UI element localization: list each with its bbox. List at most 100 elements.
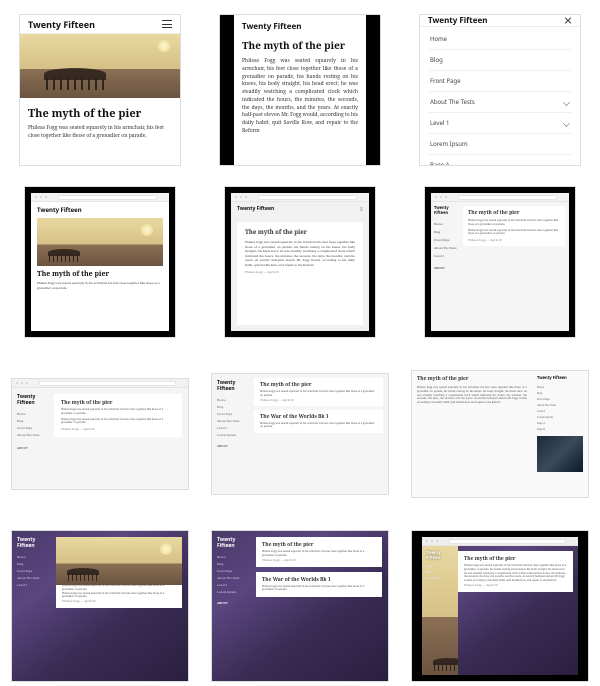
post-title: The myth of the pier — [464, 556, 567, 562]
thumb-7[interactable]: Twenty Fifteen Home Blog Front Page Abou… — [8, 354, 192, 514]
sidebar-image — [537, 436, 583, 472]
post-title: The myth of the pier — [260, 382, 377, 388]
menu-item: Blog — [428, 50, 572, 71]
sidebar-item: Level 1 — [434, 252, 460, 260]
mockup-ipad-hero: Twenty Fifteen The myth of the pier Phil… — [25, 187, 175, 337]
sidebar-item: Lorem Ipsum — [217, 431, 249, 438]
sidebar-item: Front Page — [17, 567, 51, 574]
post-body: Phileas Fogg was seated squarely in his … — [242, 58, 358, 136]
sidebar-item: Blog — [217, 403, 249, 410]
post-excerpt: Phileas Fogg was seated squarely in his … — [37, 281, 163, 290]
mockup-purple-ipad: Twenty Fifteen Home Blog Front Page The … — [412, 531, 588, 681]
post-meta: Phileas Fogg — April 29 — [262, 558, 376, 562]
site-title: Twenty Fifteen — [428, 15, 488, 26]
thumb-3[interactable]: Twenty Fifteen Home Blog Front Page Abou… — [408, 10, 592, 170]
sidebar-item: About The Tests — [217, 574, 251, 581]
post-card: The War of the Worlds Bk 1 Phileas Fogg … — [256, 572, 382, 598]
sidebar-item: Front Page — [434, 236, 460, 244]
post-meta: Phileas Fogg — April 29 — [468, 238, 560, 242]
post-card: The myth of the pier Phileas Fogg was se… — [256, 537, 382, 567]
site-title: Twenty Fifteen — [17, 537, 51, 549]
sidebar: Twenty Fifteen Home Blog Front Page — [422, 546, 458, 675]
sidebar-item: Front Page — [426, 575, 454, 581]
sidebar-item: About The Tests — [17, 431, 49, 438]
site-title: Twenty Fifteen — [17, 394, 49, 406]
site-title: Twenty Fifteen — [426, 551, 454, 561]
menu-item: Lorem Ipsum — [428, 134, 572, 155]
post-meta: Phileas Fogg — April 29 — [260, 398, 377, 402]
thumb-2[interactable]: Twenty Fifteen The myth of the pier Phil… — [208, 10, 392, 170]
hero-image — [20, 34, 180, 98]
menu-item: Page A — [428, 155, 572, 165]
post-body: Phileas Fogg was seated squarely in his … — [245, 240, 355, 267]
post-meta: Phileas Fogg — April 29 — [464, 583, 567, 587]
post-excerpt: Phileas Fogg was seated squarely in his … — [20, 125, 180, 140]
hero-image — [56, 537, 182, 585]
post-title: The myth of the pier — [37, 270, 163, 279]
site-title: Twenty Fifteen — [217, 380, 249, 392]
mockup-purple-list: Twenty Fifteen Home Blog Front Page Abou… — [212, 531, 388, 681]
thumb-10[interactable]: Twenty Fifteen Home Blog Front Page Abou… — [8, 526, 192, 686]
sidebar-item: Home — [17, 410, 49, 417]
menu-item: Home — [428, 29, 572, 50]
sidebar-item: Blog — [17, 417, 49, 424]
hamburger-icon — [162, 20, 172, 28]
thumb-12[interactable]: Twenty Fifteen Home Blog Front Page The … — [408, 526, 592, 686]
sidebar-item: Blog — [217, 560, 251, 567]
mockup-desktop-wide: The myth of the pier Phileas Fogg was se… — [412, 371, 588, 497]
post-title: The myth of the pier — [468, 210, 560, 216]
post-body: Phileas Fogg was seated squarely in his … — [62, 592, 176, 600]
mockup-purple-hero: Twenty Fifteen Home Blog Front Page Abou… — [12, 531, 188, 681]
sidebar-item: Level 1 — [17, 581, 51, 588]
sidebar: Twenty Fifteen Home Blog Front Page Abou… — [532, 371, 588, 497]
post-card: The War of the Worlds Bk 1 Phileas Fogg … — [254, 410, 383, 434]
thumb-6[interactable]: Twenty Fifteen Home Blog Front Page Abou… — [408, 182, 592, 342]
sidebar-item: Front Page — [17, 424, 49, 431]
post-body: Phileas Fogg was seated squarely in his … — [262, 550, 376, 558]
sidebar-item: Blog — [434, 228, 460, 236]
post-body: Phileas Fogg was seated squarely in his … — [468, 229, 560, 237]
mockup-ipad-card: Twenty Fifteen ≡ The myth of the pier Ph… — [225, 187, 375, 337]
post-card: The myth of the pier Phileas Fogg was se… — [237, 222, 363, 325]
mobile-menu: Home Blog Front Page About The Tests Lev… — [420, 27, 580, 165]
post-meta: Phileas Fogg — April 29 — [245, 270, 355, 274]
thumb-5[interactable]: Twenty Fifteen ≡ The myth of the pier Ph… — [208, 182, 392, 342]
sidebar-item: Level 1 — [217, 424, 249, 431]
sidebar: Twenty Fifteen Home Blog Front Page Abou… — [212, 374, 254, 494]
browser-chrome — [12, 379, 188, 388]
chevron-down-icon — [563, 99, 570, 106]
thumb-11[interactable]: Twenty Fifteen Home Blog Front Page Abou… — [208, 526, 392, 686]
sidebar: Twenty Fifteen Home Blog Front Page Abou… — [12, 531, 56, 681]
post-meta: Phileas Fogg — April 29 — [62, 599, 176, 603]
site-title: Twenty Fifteen — [217, 537, 251, 549]
post-title: The myth of the pier — [262, 542, 376, 548]
sidebar-widget-title: ABOUT — [217, 599, 251, 606]
site-title: Twenty Fifteen — [242, 21, 358, 32]
chevron-down-icon — [563, 120, 570, 127]
menu-item: Level 1 — [428, 113, 572, 134]
page-header: Twenty Fifteen ≡ — [231, 202, 369, 216]
thumb-8[interactable]: Twenty Fifteen Home Blog Front Page Abou… — [208, 354, 392, 514]
hamburger-icon: ≡ — [359, 205, 363, 213]
thumb-9[interactable]: The myth of the pier Phileas Fogg was se… — [408, 354, 592, 514]
post-title: The myth of the pier — [417, 376, 527, 382]
sidebar-item: Home — [217, 553, 251, 560]
mockup-desktop-list: Twenty Fifteen Home Blog Front Page Abou… — [212, 374, 388, 494]
post-body: Phileas Fogg was seated squarely in his … — [262, 585, 376, 593]
post-card: The myth of the pier Phileas Fogg was se… — [254, 378, 383, 406]
sidebar: Twenty Fifteen Home Blog Front Page Abou… — [431, 202, 463, 331]
post-title: The myth of the pier — [242, 38, 358, 52]
mobile-header: Twenty Fifteen — [420, 15, 580, 27]
post-body: Phileas Fogg was seated squarely in his … — [468, 219, 560, 227]
thumb-1[interactable]: Twenty Fifteen The myth of the pier Phil… — [8, 10, 192, 170]
close-icon — [564, 17, 572, 25]
browser-chrome — [422, 537, 578, 546]
post-body: Phileas Fogg was seated squarely in his … — [260, 422, 377, 430]
sidebar-item: About The Tests — [434, 244, 460, 252]
thumb-4[interactable]: Twenty Fifteen The myth of the pier Phil… — [8, 182, 192, 342]
mockup-ipad-sidebar: Twenty Fifteen Home Blog Front Page Abou… — [425, 187, 575, 337]
hero-image — [37, 218, 163, 266]
mockup-mobile-hero: Twenty Fifteen The myth of the pier Phil… — [20, 15, 180, 165]
mobile-header: Twenty Fifteen — [20, 15, 180, 34]
post-title: The War of the Worlds Bk 1 — [260, 414, 377, 420]
